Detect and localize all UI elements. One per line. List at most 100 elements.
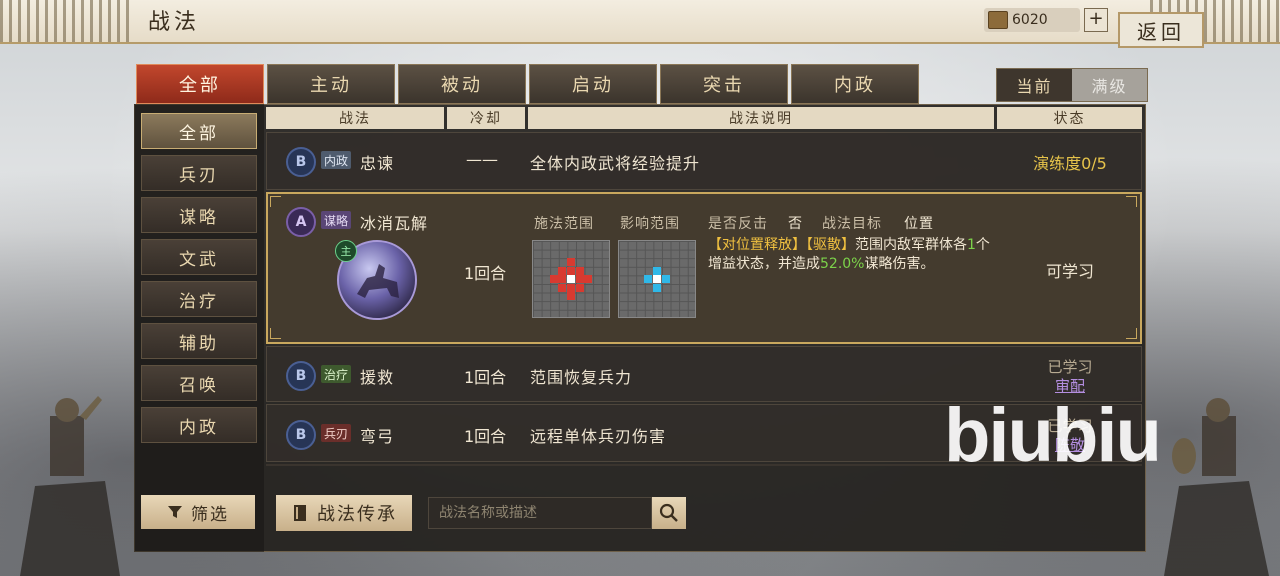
skill-effect-text: 【对位置释放】【驱散】范围内敌军群体各1个增益状态，并造成52.0%谋略伤害。 — [708, 236, 998, 274]
currency-amount: 6020 — [1012, 12, 1048, 28]
general-rider-right-image — [1164, 398, 1269, 576]
skill-description: 范围恢复兵力 — [530, 368, 633, 387]
currency-icon — [988, 11, 1008, 29]
range-cell — [567, 258, 575, 266]
ornament-left — [0, 0, 130, 42]
currency-display: 6020 — [984, 8, 1080, 32]
range-cell — [558, 284, 566, 292]
range-cell — [653, 267, 661, 275]
effect-tag: 【对位置释放】 — [708, 237, 806, 253]
skill-cooldown: —— — [466, 150, 498, 169]
range-cell — [567, 284, 575, 292]
cast-range-label: 施法范围 — [534, 216, 594, 232]
skill-cooldown: 1回合 — [464, 264, 507, 283]
range-cell — [567, 267, 575, 275]
range-cell — [576, 284, 584, 292]
range-cell — [567, 292, 575, 300]
header-description: 战法说明 — [528, 107, 994, 129]
filter-label: 筛选 — [191, 504, 229, 525]
effect-number: 1 — [967, 237, 976, 253]
skill-status: 演练度0/5 — [1033, 154, 1107, 173]
effect-number: 52.0% — [820, 256, 865, 272]
skill-cooldown: 1回合 — [464, 427, 507, 446]
target-value: 位置 — [904, 216, 934, 232]
range-cell — [576, 275, 584, 283]
search-button[interactable] — [652, 497, 686, 529]
effect-text: 谋略伤害。 — [864, 256, 935, 272]
add-currency-button[interactable]: + — [1084, 8, 1108, 32]
tab-all[interactable]: 全部 — [136, 64, 264, 104]
skill-name: 冰消瓦解 — [360, 214, 429, 233]
corner-ornament — [1126, 196, 1137, 207]
counter-label: 是否反击 — [708, 216, 768, 232]
header-name: 战法 — [266, 107, 444, 129]
corner-ornament — [270, 196, 281, 207]
book-icon — [294, 505, 306, 521]
sidebar-item-strategy[interactable]: 谋略 — [141, 197, 257, 233]
range-cell — [584, 275, 592, 283]
grade-badge: A — [286, 207, 316, 237]
skill-status: 可学习 — [1045, 262, 1094, 281]
origin-cell — [567, 275, 575, 283]
corner-ornament — [270, 328, 281, 339]
filter-button[interactable]: 筛选 — [141, 495, 255, 529]
effect-tag: 【驱散】 — [806, 237, 855, 253]
search-icon — [659, 503, 678, 522]
page-title: 战法 — [148, 10, 201, 35]
sidebar-item-civil-military[interactable]: 文武 — [141, 239, 257, 275]
effect-range-label: 影响范围 — [620, 216, 680, 232]
tab-active[interactable]: 主动 — [267, 64, 395, 104]
corner-ornament — [1126, 328, 1137, 339]
tab-internal[interactable]: 内政 — [791, 64, 919, 104]
sidebar-item-all[interactable]: 全部 — [141, 113, 257, 149]
tab-passive[interactable]: 被动 — [398, 64, 526, 104]
level-toggle: 当前 满级 — [996, 68, 1148, 102]
range-cell — [644, 275, 652, 283]
tab-assault[interactable]: 突击 — [660, 64, 788, 104]
back-button[interactable]: 返回 — [1118, 12, 1204, 48]
skill-description: 全体内政武将经验提升 — [530, 154, 701, 173]
type-badge: 内政 — [321, 151, 352, 169]
general-rider-left-image — [20, 396, 120, 576]
effect-range-grid — [618, 240, 696, 318]
lord-badge: 主 — [335, 240, 357, 262]
type-badge: 兵刃 — [321, 424, 352, 442]
range-cell — [576, 267, 584, 275]
search-input[interactable] — [428, 497, 652, 529]
header-status: 状态 — [997, 107, 1142, 129]
sidebar-item-weapon[interactable]: 兵刃 — [141, 155, 257, 191]
grade-badge: B — [286, 420, 316, 450]
watermark-logo: biubiu — [944, 393, 1162, 478]
range-cell — [558, 275, 566, 283]
tab-trigger[interactable]: 启动 — [529, 64, 657, 104]
range-cell — [662, 275, 670, 283]
sidebar-item-internal[interactable]: 内政 — [141, 407, 257, 443]
type-badge: 治疗 — [321, 365, 352, 383]
cast-range-grid — [532, 240, 610, 318]
filter-icon — [168, 506, 182, 518]
skill-description: 远程单体兵刃伤害 — [530, 427, 667, 446]
range-cell — [550, 275, 558, 283]
grade-badge: B — [286, 361, 316, 391]
sidebar-item-heal[interactable]: 治疗 — [141, 281, 257, 317]
toggle-current[interactable]: 当前 — [997, 69, 1072, 101]
target-label: 战法目标 — [822, 216, 882, 232]
skill-inherit-button[interactable]: 战法传承 — [276, 495, 412, 531]
skill-name: 援救 — [360, 368, 395, 387]
skill-name: 弯弓 — [360, 427, 395, 446]
type-badge: 谋略 — [321, 211, 352, 229]
grade-badge: B — [286, 147, 316, 177]
header-cooldown: 冷却 — [447, 107, 525, 129]
range-cell — [558, 267, 566, 275]
toggle-max-level[interactable]: 满级 — [1072, 69, 1147, 101]
counter-value: 否 — [788, 216, 803, 232]
skill-name: 忠谏 — [360, 154, 395, 173]
effect-text: 范围内敌军群体各 — [855, 237, 967, 253]
skill-cooldown: 1回合 — [464, 368, 507, 387]
origin-cell — [653, 275, 661, 283]
skill-status: 已学习 — [1047, 358, 1093, 376]
sidebar-item-support[interactable]: 辅助 — [141, 323, 257, 359]
range-cell — [653, 284, 661, 292]
skill-inherit-label: 战法传承 — [317, 504, 397, 525]
sidebar-item-summon[interactable]: 召唤 — [141, 365, 257, 401]
